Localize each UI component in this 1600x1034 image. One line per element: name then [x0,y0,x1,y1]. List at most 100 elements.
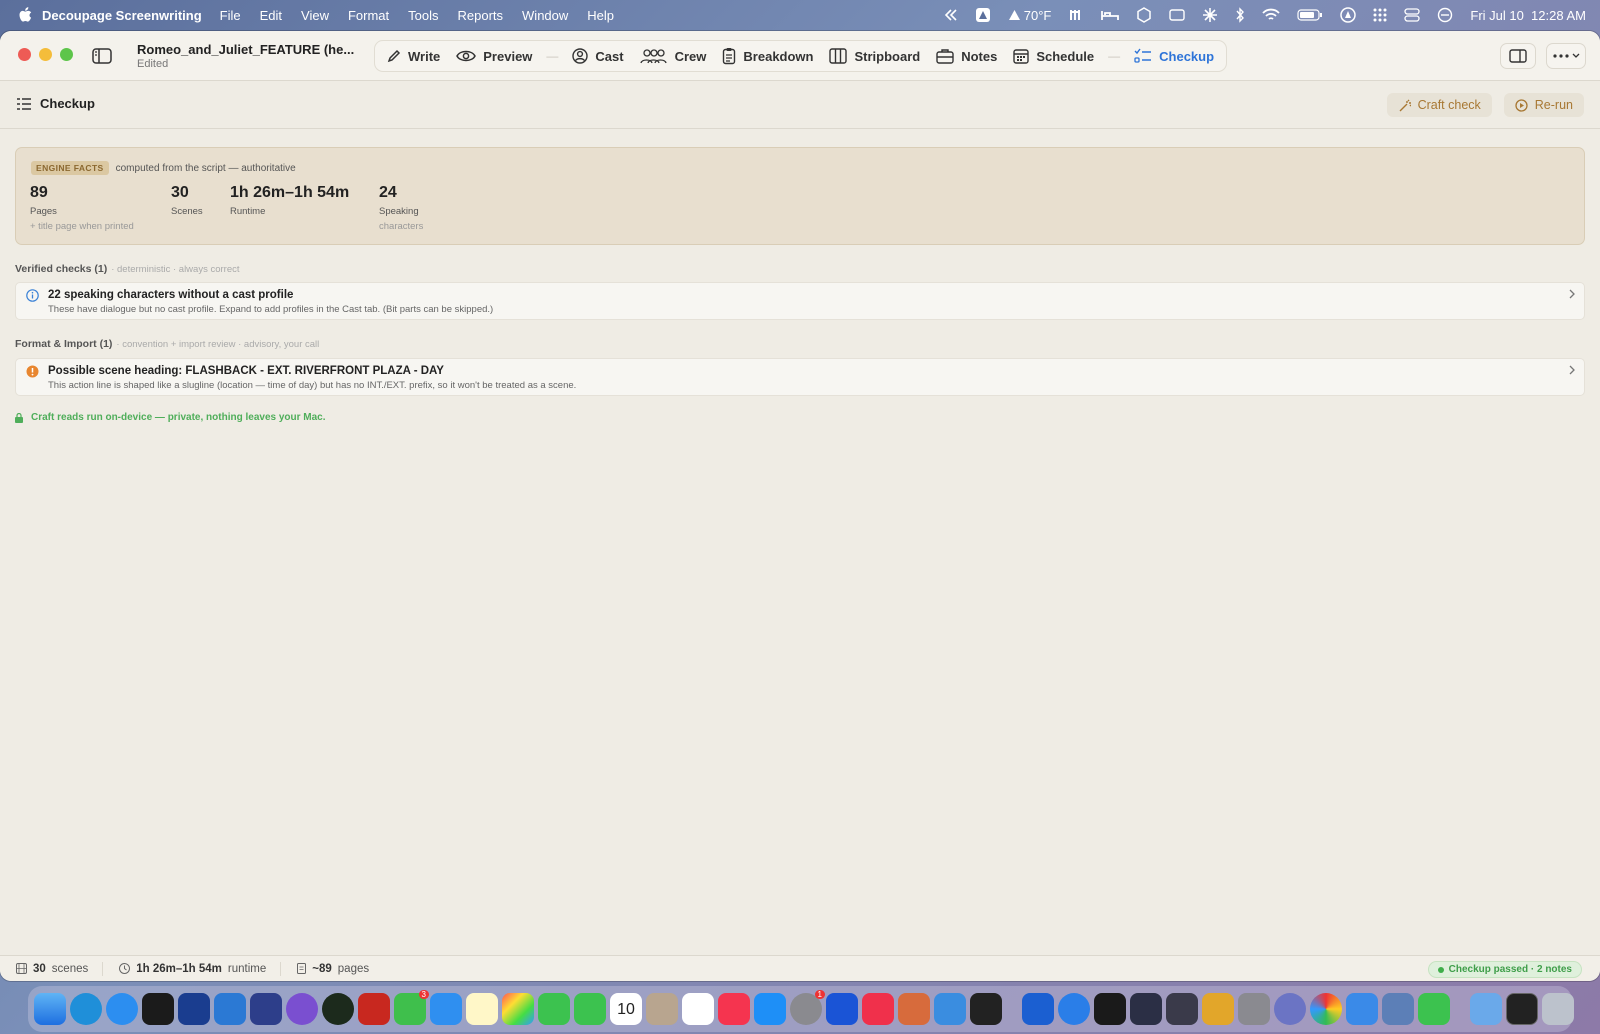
book-app-icon[interactable] [826,993,858,1025]
app-status-icon[interactable] [975,7,991,23]
user-circle-icon[interactable] [1340,7,1357,23]
finder-icon[interactable] [34,993,66,1025]
document-title-area[interactable]: Romeo_and_Juliet_FEATURE (he... Edited [137,43,354,70]
chevrons-left-icon[interactable] [944,9,958,21]
menu-view[interactable]: View [301,8,329,23]
datetime[interactable]: Fri Jul 10 12:28 AM [1470,8,1586,23]
film-icon [16,963,27,974]
zoom-window-button[interactable] [60,48,73,61]
menu-tools[interactable]: Tools [408,8,438,23]
inspector-toggle-button[interactable] [1500,43,1536,69]
close-window-button[interactable] [18,48,31,61]
acrobat-icon[interactable] [358,993,390,1025]
tab-notes[interactable]: Notes [928,42,1005,70]
pencil-icon [387,49,401,63]
weather-widget[interactable]: 70°F [1008,8,1051,23]
mode-divider: — [1108,49,1121,63]
rerun-button[interactable]: Re-run [1503,93,1584,117]
minimize-window-button[interactable] [39,48,52,61]
edge-browser-icon[interactable] [70,993,102,1025]
verified-check-item[interactable]: 22 speaking characters without a cast pr… [15,282,1585,320]
stat-speaking-label2: characters [379,221,424,232]
menu-window[interactable]: Window [522,8,568,23]
utility-app-icon[interactable] [1130,993,1162,1025]
quicktime-icon[interactable] [1058,993,1090,1025]
bbedit-icon[interactable] [1274,993,1306,1025]
hash-app-icon[interactable] [250,993,282,1025]
decoupage-app-icon[interactable] [1094,993,1126,1025]
apple-icon[interactable] [18,7,32,23]
menu-edit[interactable]: Edit [260,8,282,23]
stat-scenes-value: 30 [171,184,189,201]
tab-crew[interactable]: Crew [632,42,715,70]
reminders-icon[interactable] [682,993,714,1025]
tab-breakdown[interactable]: Breakdown [714,42,821,70]
paper-plane-app-icon[interactable] [178,993,210,1025]
app-store-icon[interactable] [754,993,786,1025]
printer-icon[interactable] [1238,993,1270,1025]
chrome-icon[interactable] [1310,993,1342,1025]
notes-app-icon[interactable] [466,993,498,1025]
wave-app-icon[interactable] [142,993,174,1025]
contacts-icon[interactable] [646,993,678,1025]
more-menu-button[interactable] [1546,43,1586,69]
terminal-icon[interactable] [970,993,1002,1025]
tab-cast[interactable]: Cast [564,42,631,70]
status-scenes-value: 30 [33,962,46,975]
system-settings-icon[interactable]: 1 [790,990,825,1025]
mail-client-icon[interactable] [214,993,246,1025]
focus-icon[interactable] [1437,7,1453,23]
display-icon[interactable] [1169,9,1186,21]
fan-icon[interactable] [1068,8,1084,22]
bed-icon[interactable] [1101,9,1120,21]
phone-icon[interactable] [574,993,606,1025]
launchpad-icon[interactable] [1166,993,1198,1025]
minimized-window-icon[interactable] [1506,993,1538,1025]
calendar-icon [1013,49,1030,64]
tab-write[interactable]: Write [379,42,448,70]
archive-app-icon[interactable] [1202,993,1234,1025]
menu-reports[interactable]: Reports [458,8,504,23]
trash-icon[interactable] [1542,993,1574,1025]
chat-app-icon[interactable] [1418,993,1450,1025]
messages-icon[interactable]: 3 [394,990,429,1025]
checkup-passed-badge[interactable]: Checkup passed · 2 notes [1427,961,1582,978]
sparkle-icon[interactable] [1202,7,1218,23]
claude-icon[interactable] [898,993,930,1025]
status-dot-icon [1437,966,1444,973]
menu-format[interactable]: Format [348,8,389,23]
tab-stripboard[interactable]: Stripboard [821,42,928,70]
settings-badge: 1 [814,990,825,999]
bluetooth-icon[interactable] [1235,7,1245,23]
engine-facts-panel: ENGINE FACTS computed from the script — … [15,147,1585,245]
tab-schedule[interactable]: Schedule [1005,42,1102,70]
menu-help[interactable]: Help [587,8,614,23]
tab-preview[interactable]: Preview [448,42,540,70]
format-check-item[interactable]: Possible scene heading: FLASHBACK - EXT.… [15,358,1585,396]
grid-icon[interactable] [1373,8,1387,22]
facetime-icon[interactable] [538,993,570,1025]
news-icon[interactable] [862,993,894,1025]
tor-browser-icon[interactable] [286,993,318,1025]
xcode-icon[interactable] [934,993,966,1025]
finder-window-icon[interactable] [1346,993,1378,1025]
calendar-app-icon[interactable]: 10 [610,993,642,1025]
music-icon[interactable] [718,993,750,1025]
sidebar-toggle-button[interactable] [90,44,114,68]
app-name-menu[interactable]: Decoupage Screenwriting [42,8,202,23]
downloads-folder-icon[interactable] [1470,993,1502,1025]
wifi-icon[interactable] [1262,8,1281,22]
preview-app-icon[interactable] [1382,993,1414,1025]
mail-icon[interactable] [430,993,462,1025]
cube-icon[interactable] [1136,7,1152,23]
robinhood-icon[interactable] [322,993,354,1025]
safari-icon[interactable] [106,993,138,1025]
photos-icon[interactable] [502,993,534,1025]
menu-file[interactable]: File [220,8,241,23]
battery-icon[interactable] [1297,9,1323,21]
craft-check-button[interactable]: Craft check [1386,93,1492,117]
status-runtime-value: 1h 26m–1h 54m [136,962,222,975]
word-icon[interactable] [1022,993,1054,1025]
tab-checkup[interactable]: Checkup [1126,42,1222,70]
control-center-icon[interactable] [1404,8,1421,22]
